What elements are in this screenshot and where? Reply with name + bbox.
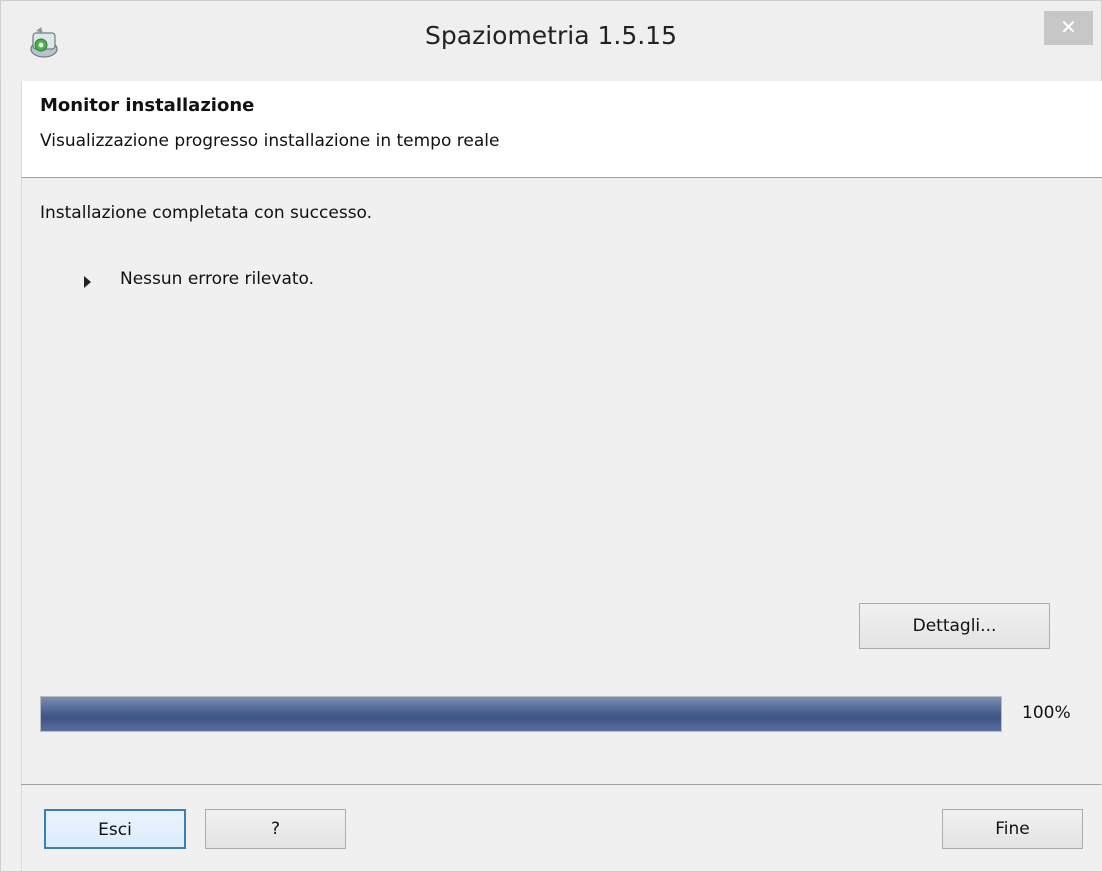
close-button[interactable]: ✕ (1044, 11, 1093, 45)
close-icon: ✕ (1060, 15, 1077, 39)
installer-window: Spaziometria 1.5.15 ✕ Monitor installazi… (0, 0, 1102, 872)
wizard-footer: Esci ? Fine (21, 785, 1102, 871)
finish-button[interactable]: Fine (942, 809, 1083, 849)
details-button[interactable]: Dettagli... (859, 603, 1050, 649)
progress-percent-label: 100% (1022, 703, 1071, 723)
expand-arrow-icon[interactable] (84, 276, 91, 288)
window-title: Spaziometria 1.5.15 (425, 21, 677, 50)
page-title: Monitor installazione (40, 95, 255, 116)
title-bar[interactable]: Spaziometria 1.5.15 ✕ (1, 1, 1101, 81)
exit-button[interactable]: Esci (44, 809, 186, 849)
progress-bar-fill (41, 697, 1001, 731)
page-subtitle: Visualizzazione progresso installazione … (40, 131, 500, 151)
progress-bar (40, 696, 1002, 732)
tree-item-errors[interactable]: Nessun errore rilevato. (120, 269, 314, 289)
wizard-header: Monitor installazione Visualizzazione pr… (21, 81, 1102, 178)
wizard-body: Installazione completata con successo. N… (21, 178, 1102, 784)
help-button[interactable]: ? (205, 809, 346, 849)
status-message: Installazione completata con successo. (40, 203, 373, 223)
